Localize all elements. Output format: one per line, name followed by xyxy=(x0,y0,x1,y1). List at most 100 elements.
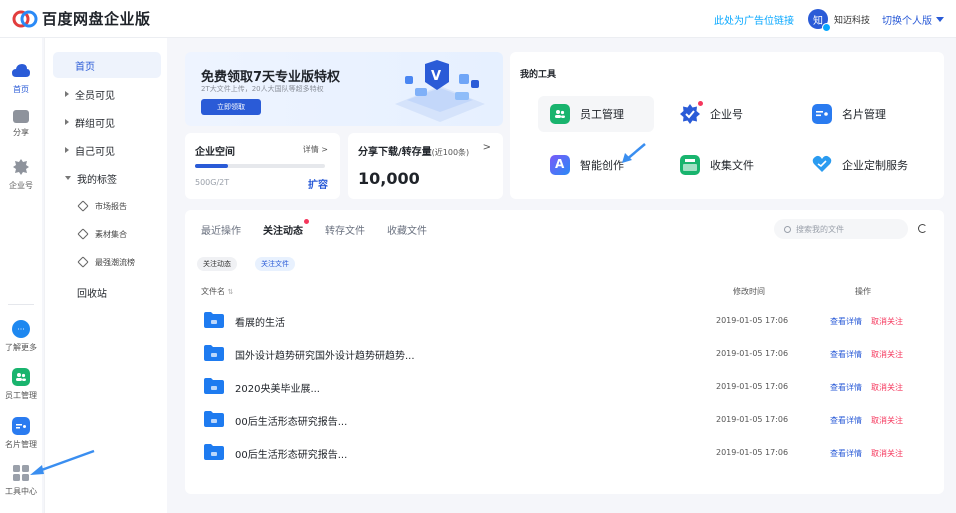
rail-label: 企业号 xyxy=(9,181,33,190)
sidebar-tag-item[interactable]: 素材集合 xyxy=(53,221,161,247)
unfollow-link[interactable]: 取消关注 xyxy=(871,415,903,426)
file-name[interactable]: 00后生活形态研究报告... xyxy=(235,413,347,428)
space-title: 企业空间 xyxy=(195,147,235,158)
view-details-link[interactable]: 查看详情 xyxy=(830,349,862,360)
top-bar: 百度网盘企业版 此处为广告位链接 知 知迈科技 切换个人版 xyxy=(0,0,956,38)
table-row[interactable]: 00后生活形态研究报告... 2019-01-05 17:06 查看详情 取消关注 xyxy=(199,439,929,469)
tool-label: 收集文件 xyxy=(710,159,754,172)
tool-card-management[interactable]: 名片管理 xyxy=(800,96,916,132)
verified-badge-icon xyxy=(821,23,831,32)
tool-smart-creation[interactable]: A 智能创作 xyxy=(538,147,654,183)
sidebar-item-self-visible[interactable]: 自己可见 xyxy=(53,137,161,163)
space-usage-fill xyxy=(195,164,228,168)
unfollow-link[interactable]: 取消关注 xyxy=(871,448,903,459)
app-title: 百度网盘企业版 xyxy=(42,10,151,28)
share-title: 分享下载/转存量(近100条) xyxy=(358,143,469,158)
rail-item-home[interactable]: 首页 xyxy=(0,62,42,95)
tool-custom-service[interactable]: 企业定制服务 xyxy=(800,147,940,183)
tag-icon xyxy=(77,200,89,212)
file-name[interactable]: 看展的生活 xyxy=(235,314,285,329)
rail-label: 名片管理 xyxy=(5,440,37,449)
tab-favorites[interactable]: 收藏文件 xyxy=(387,222,427,237)
file-modified-time: 2019-01-05 17:06 xyxy=(716,382,789,391)
table-row[interactable]: 国外设计趋势研究国外设计趋势研趋势... 2019-01-05 17:06 查看详情… xyxy=(199,340,929,370)
sidebar-tag-item[interactable]: 市场报告 xyxy=(53,193,161,219)
table-row[interactable]: 2020央美毕业展... 2019-01-05 17:06 查看详情 取消关注 xyxy=(199,373,929,403)
banner-illustration-icon: V xyxy=(395,60,485,122)
refresh-icon[interactable] xyxy=(918,224,927,233)
sidebar-tag-item[interactable]: 最强潮流榜 xyxy=(53,249,161,275)
view-details-link[interactable]: 查看详情 xyxy=(830,382,862,393)
more-icon: ··· xyxy=(12,320,30,338)
sidebar-item-group-visible[interactable]: 群组可见 xyxy=(53,109,161,135)
svg-text:V: V xyxy=(431,69,441,84)
sidebar-item-all-visible[interactable]: 全员可见 xyxy=(53,81,161,107)
tag-icon xyxy=(77,256,89,268)
rail-item-learn-more[interactable]: ··· 了解更多 xyxy=(0,320,42,353)
banner-subtitle: 2T大文件上传，20人大国队等超多特权 xyxy=(201,85,324,93)
unfollow-link[interactable]: 取消关注 xyxy=(871,382,903,393)
my-tools-card: 我的工具 员工管理 企业号 名片管理 A 智能创作 收集文件 企业定制服务 xyxy=(510,52,944,199)
notification-dot xyxy=(304,219,309,224)
share-stats-card[interactable]: 分享下载/转存量(近100条) > 10,000 xyxy=(348,133,503,199)
chevron-right-icon[interactable]: > xyxy=(483,142,491,153)
staff-icon xyxy=(12,368,30,386)
file-name[interactable]: 2020央美毕业展... xyxy=(235,380,320,395)
file-name[interactable]: 00后生活形态研究报告... xyxy=(235,446,347,461)
sidebar-item-recycle[interactable]: 回收站 xyxy=(53,279,161,305)
cloud-icon xyxy=(12,62,30,80)
grid-icon xyxy=(12,464,30,482)
space-detail-link[interactable]: 详情 > xyxy=(303,144,328,155)
claim-button[interactable]: 立即领取 xyxy=(201,99,261,115)
chevron-down-icon xyxy=(65,176,71,180)
tool-label: 企业定制服务 xyxy=(842,159,908,172)
sidebar-item-label: 素材集合 xyxy=(95,229,127,239)
tab-follow-feed[interactable]: 关注动态 xyxy=(263,219,309,237)
tools-title: 我的工具 xyxy=(520,70,557,80)
tab-label: 关注动态 xyxy=(263,226,303,237)
search-input[interactable]: 搜索我的文件 xyxy=(774,219,908,239)
avatar[interactable]: 知 xyxy=(807,9,831,32)
expand-button[interactable]: 扩容 xyxy=(308,176,328,191)
switch-personal-button[interactable]: 切换个人版 xyxy=(882,12,944,27)
rail-item-staff[interactable]: 员工管理 xyxy=(0,368,42,401)
sidebar-item-label: 市场报告 xyxy=(95,201,127,211)
card-icon xyxy=(12,417,30,435)
sidebar-item-label: 群组可见 xyxy=(75,118,115,130)
view-details-link[interactable]: 查看详情 xyxy=(830,316,862,327)
view-details-link[interactable]: 查看详情 xyxy=(830,448,862,459)
rail-item-enterprise[interactable]: 企业号 xyxy=(0,158,42,191)
file-name[interactable]: 国外设计趋势研究国外设计趋势研趋势... xyxy=(235,347,415,362)
sidebar-item-label: 最强潮流榜 xyxy=(95,257,135,267)
sort-icon: ⇅ xyxy=(227,288,234,296)
tool-enterprise-account[interactable]: 企业号 xyxy=(668,96,784,132)
rail-item-card[interactable]: 名片管理 xyxy=(0,417,42,450)
badge-icon xyxy=(12,158,30,176)
tab-saved-files[interactable]: 转存文件 xyxy=(325,222,365,237)
sidebar-item-home[interactable]: 首页 xyxy=(53,52,161,78)
unfollow-link[interactable]: 取消关注 xyxy=(871,316,903,327)
chip-follow-feed[interactable]: 关注动态 xyxy=(197,257,237,271)
folder-icon xyxy=(204,378,224,394)
file-modified-time: 2019-01-05 17:06 xyxy=(716,415,789,424)
sidebar-item-my-tags[interactable]: 我的标签 xyxy=(53,165,161,191)
unfollow-link[interactable]: 取消关注 xyxy=(871,349,903,360)
table-row[interactable]: 00后生活形态研究报告... 2019-01-05 17:06 查看详情 取消关注 xyxy=(199,406,929,436)
rail-label: 了解更多 xyxy=(5,343,37,352)
rail-item-share[interactable]: 分享 xyxy=(0,110,42,138)
share-range: (近100条) xyxy=(431,148,470,157)
rail-item-tool-center[interactable]: 工具中心 xyxy=(0,464,42,497)
tool-collect-files[interactable]: 收集文件 xyxy=(668,147,784,183)
promo-banner[interactable]: 免费领取7天专业版特权 2T大文件上传，20人大国队等超多特权 立即领取 V xyxy=(185,52,503,126)
chip-follow-files[interactable]: 关注文件 xyxy=(255,257,295,271)
caret-down-icon xyxy=(936,16,944,22)
table-row[interactable]: 看展的生活 2019-01-05 17:06 查看详情 取消关注 xyxy=(199,307,929,337)
tool-staff-management[interactable]: 员工管理 xyxy=(538,96,654,132)
icon-rail: 首页 分享 企业号 ··· 了解更多 员工管理 名片管理 工具中心 xyxy=(0,38,42,513)
ad-link[interactable]: 此处为广告位链接 xyxy=(714,12,794,27)
folder-share-icon xyxy=(13,110,29,123)
tab-recent[interactable]: 最近操作 xyxy=(201,222,241,237)
column-header-name[interactable]: 文件名 ⇅ xyxy=(201,286,233,297)
view-details-link[interactable]: 查看详情 xyxy=(830,415,862,426)
app-logo[interactable]: 百度网盘企业版 xyxy=(12,8,151,29)
